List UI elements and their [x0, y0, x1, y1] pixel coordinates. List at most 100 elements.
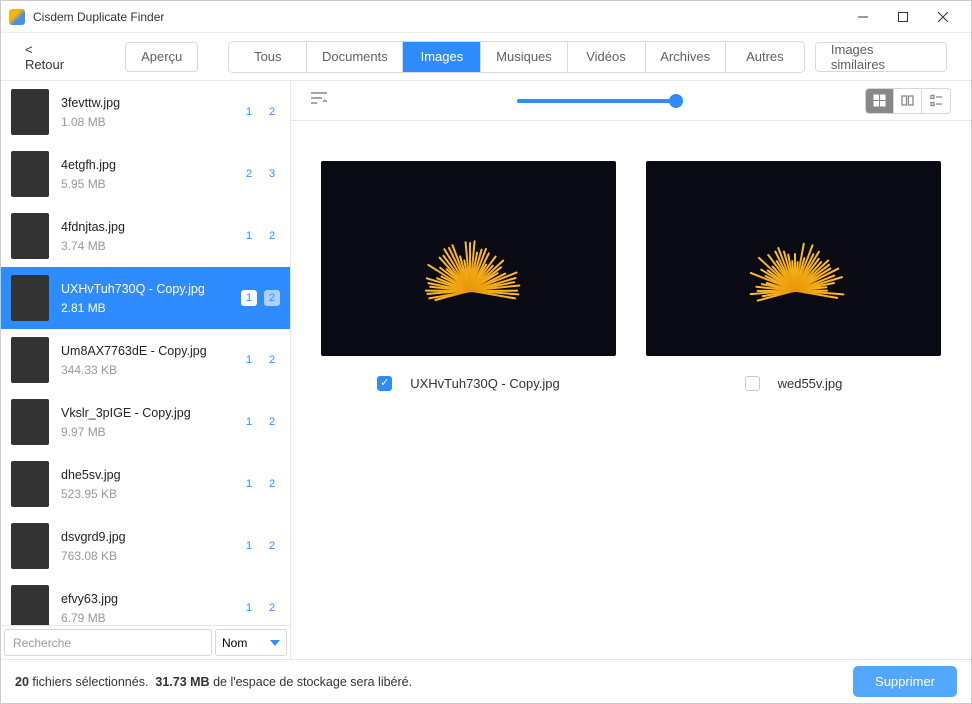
- view-list[interactable]: [922, 89, 950, 113]
- thumbnail: [11, 275, 49, 321]
- dup-badges: 12: [241, 538, 280, 554]
- badge[interactable]: 2: [264, 104, 280, 120]
- file-size: 5.95 MB: [61, 177, 229, 191]
- dup-badges: 12: [241, 290, 280, 306]
- file-size: 2.81 MB: [61, 301, 229, 315]
- file-size: 6.79 MB: [61, 611, 229, 625]
- badge[interactable]: 3: [264, 166, 280, 182]
- file-item[interactable]: UXHvTuh730Q - Copy.jpg 2.81 MB 12: [1, 267, 290, 329]
- file-name: dhe5sv.jpg: [61, 468, 229, 482]
- tab-images[interactable]: Images: [403, 42, 481, 72]
- file-size: 1.08 MB: [61, 115, 229, 129]
- badge[interactable]: 1: [241, 414, 257, 430]
- badge[interactable]: 1: [241, 228, 257, 244]
- dup-badges: 12: [241, 104, 280, 120]
- preview-filename: UXHvTuh730Q - Copy.jpg: [410, 376, 560, 391]
- file-item[interactable]: 4etgfh.jpg 5.95 MB 23: [1, 143, 290, 205]
- content-pane: UXHvTuh730Q - Copy.jpg wed55v.jpg: [291, 81, 971, 659]
- file-item[interactable]: efvy63.jpg 6.79 MB 12: [1, 577, 290, 625]
- file-name: Um8AX7763dE - Copy.jpg: [61, 344, 229, 358]
- file-item[interactable]: 3fevttw.jpg 1.08 MB 12: [1, 81, 290, 143]
- freed-size: 31.73 MB: [155, 675, 209, 689]
- selected-count: 20: [15, 675, 29, 689]
- sort-icon[interactable]: [311, 91, 329, 110]
- thumbnail: [11, 151, 49, 197]
- thumbnail: [11, 523, 49, 569]
- file-size: 3.74 MB: [61, 239, 229, 253]
- app-title: Cisdem Duplicate Finder: [33, 10, 843, 24]
- back-button[interactable]: < Retour: [25, 42, 75, 72]
- tab-musiques[interactable]: Musiques: [481, 42, 567, 72]
- tab-documents[interactable]: Documents: [307, 42, 403, 72]
- preview-button[interactable]: Aperçu: [125, 42, 198, 72]
- file-name: dsvgrd9.jpg: [61, 530, 229, 544]
- dup-badges: 12: [241, 414, 280, 430]
- thumbnail: [11, 585, 49, 625]
- file-size: 523.95 KB: [61, 487, 229, 501]
- badge[interactable]: 1: [241, 352, 257, 368]
- delete-button[interactable]: Supprimer: [853, 666, 957, 697]
- content-toolbar: [291, 81, 971, 121]
- thumbnail: [11, 337, 49, 383]
- badge[interactable]: 1: [241, 476, 257, 492]
- badge[interactable]: 2: [264, 290, 280, 306]
- dup-badges: 12: [241, 476, 280, 492]
- select-checkbox[interactable]: [745, 376, 760, 391]
- badge[interactable]: 2: [264, 352, 280, 368]
- badge[interactable]: 1: [241, 538, 257, 554]
- file-size: 9.97 MB: [61, 425, 229, 439]
- preview-image[interactable]: [321, 161, 616, 356]
- file-item[interactable]: dsvgrd9.jpg 763.08 KB 12: [1, 515, 290, 577]
- file-name: 3fevttw.jpg: [61, 96, 229, 110]
- dup-badges: 12: [241, 228, 280, 244]
- file-item[interactable]: Um8AX7763dE - Copy.jpg 344.33 KB 12: [1, 329, 290, 391]
- sidebar: 3fevttw.jpg 1.08 MB 12 4etgfh.jpg 5.95 M…: [1, 81, 291, 659]
- thumbnail: [11, 89, 49, 135]
- toolbar: < Retour Aperçu TousDocumentsImagesMusiq…: [1, 33, 971, 81]
- badge[interactable]: 2: [264, 228, 280, 244]
- badge[interactable]: 1: [241, 600, 257, 616]
- file-item[interactable]: Vkslr_3pIGE - Copy.jpg 9.97 MB 12: [1, 391, 290, 453]
- close-button[interactable]: [923, 3, 963, 31]
- badge[interactable]: 2: [241, 166, 257, 182]
- file-name: efvy63.jpg: [61, 592, 229, 606]
- badge[interactable]: 1: [241, 104, 257, 120]
- file-size: 763.08 KB: [61, 549, 229, 563]
- view-toggle: [865, 88, 951, 114]
- badge[interactable]: 2: [264, 600, 280, 616]
- view-compare[interactable]: [894, 89, 922, 113]
- chevron-down-icon: [270, 638, 280, 648]
- badge[interactable]: 1: [241, 290, 257, 306]
- similar-images-button[interactable]: Images similaires: [815, 42, 947, 72]
- thumbnail: [11, 461, 49, 507]
- preview-image[interactable]: [646, 161, 941, 356]
- preview-card: UXHvTuh730Q - Copy.jpg: [321, 161, 616, 391]
- preview-area: UXHvTuh730Q - Copy.jpg wed55v.jpg: [291, 121, 971, 659]
- tab-tous[interactable]: Tous: [229, 42, 307, 72]
- file-name: 4fdnjtas.jpg: [61, 220, 229, 234]
- sort-select[interactable]: Nom: [215, 629, 287, 656]
- minimize-button[interactable]: [843, 3, 883, 31]
- badge[interactable]: 2: [264, 476, 280, 492]
- search-input[interactable]: Recherche: [4, 629, 212, 656]
- app-icon: [9, 9, 25, 25]
- dup-badges: 12: [241, 600, 280, 616]
- file-item[interactable]: dhe5sv.jpg 523.95 KB 12: [1, 453, 290, 515]
- tab-archives[interactable]: Archives: [646, 42, 726, 72]
- thumbnail: [11, 399, 49, 445]
- preview-card: wed55v.jpg: [646, 161, 941, 391]
- zoom-slider[interactable]: [329, 99, 865, 103]
- view-grid[interactable]: [866, 89, 894, 113]
- select-checkbox[interactable]: [377, 376, 392, 391]
- badge[interactable]: 2: [264, 538, 280, 554]
- tab-vidéos[interactable]: Vidéos: [568, 42, 646, 72]
- thumbnail: [11, 213, 49, 259]
- badge[interactable]: 2: [264, 414, 280, 430]
- file-item[interactable]: 4fdnjtas.jpg 3.74 MB 12: [1, 205, 290, 267]
- tab-autres[interactable]: Autres: [726, 42, 804, 72]
- maximize-button[interactable]: [883, 3, 923, 31]
- file-name: Vkslr_3pIGE - Copy.jpg: [61, 406, 229, 420]
- file-size: 344.33 KB: [61, 363, 229, 377]
- titlebar: Cisdem Duplicate Finder: [1, 1, 971, 33]
- file-list[interactable]: 3fevttw.jpg 1.08 MB 12 4etgfh.jpg 5.95 M…: [1, 81, 290, 625]
